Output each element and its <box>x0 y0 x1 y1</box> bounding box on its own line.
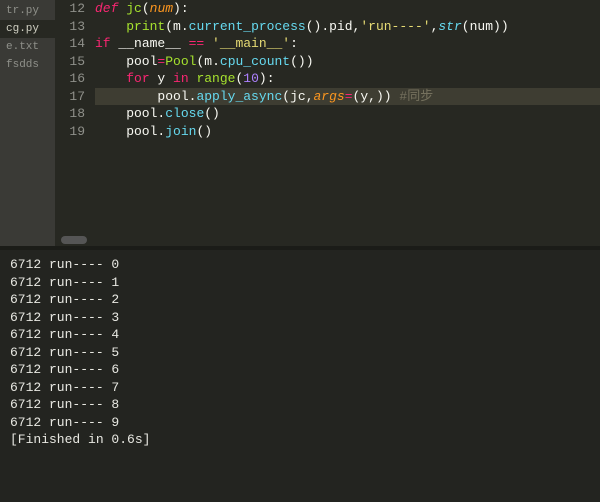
code-line[interactable]: for y in range(10): <box>95 70 600 88</box>
file-tab[interactable]: e.txt <box>0 38 55 56</box>
file-tab[interactable]: cg.py <box>0 20 55 38</box>
line-number: 16 <box>55 70 85 88</box>
file-tabs: tr.py cg.py e.txt fsdds <box>0 0 55 246</box>
code-line[interactable]: pool.apply_async(jc,args=(y,)) #同步 <box>95 88 600 106</box>
line-number: 17 <box>55 88 85 106</box>
scrollbar-thumb[interactable] <box>61 236 87 244</box>
code-line[interactable]: if __name__ == '__main__': <box>95 35 600 53</box>
line-number: 19 <box>55 123 85 141</box>
code-line[interactable]: def jc(num): <box>95 0 600 18</box>
code-content[interactable]: def jc(num): print(m.current_process().p… <box>95 0 600 246</box>
editor-area: tr.py cg.py e.txt fsdds 1213141516171819… <box>0 0 600 246</box>
app-root: tr.py cg.py e.txt fsdds 1213141516171819… <box>0 0 600 502</box>
line-number: 12 <box>55 0 85 18</box>
code-line[interactable]: pool=Pool(m.cpu_count()) <box>95 53 600 71</box>
horizontal-scrollbar[interactable] <box>55 234 600 246</box>
code-line[interactable]: print(m.current_process().pid,'run----',… <box>95 18 600 36</box>
line-number: 15 <box>55 53 85 71</box>
file-tab[interactable]: tr.py <box>0 2 55 20</box>
file-tab[interactable]: fsdds <box>0 56 55 74</box>
line-gutter: 1213141516171819 <box>55 0 95 246</box>
output-panel[interactable]: 6712 run---- 0 6712 run---- 1 6712 run--… <box>0 250 600 502</box>
line-number: 14 <box>55 35 85 53</box>
line-number: 18 <box>55 105 85 123</box>
code-editor[interactable]: 1213141516171819 def jc(num): print(m.cu… <box>55 0 600 246</box>
line-number: 13 <box>55 18 85 36</box>
code-line[interactable]: pool.close() <box>95 105 600 123</box>
code-line[interactable]: pool.join() <box>95 123 600 141</box>
